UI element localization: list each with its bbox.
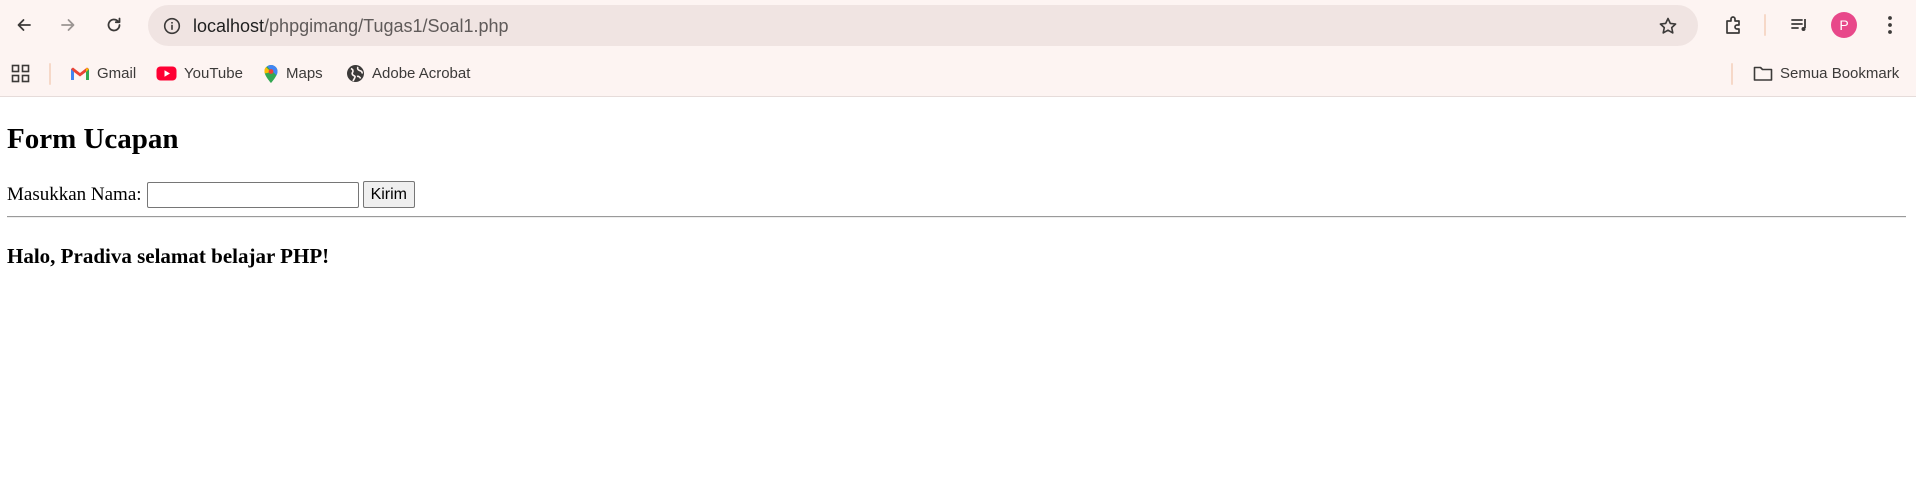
page-title: Form Ucapan <box>7 123 179 155</box>
apps-grid-icon <box>11 64 30 83</box>
name-label: Masukkan Nama: <box>7 183 142 205</box>
bookmark-label: Gmail <box>97 65 137 82</box>
bookmark-label: Adobe Acrobat <box>372 65 471 82</box>
all-bookmarks-label: Semua Bookmark <box>1780 65 1900 82</box>
bookmark-gmail[interactable]: Gmail <box>70 60 136 87</box>
reload-icon <box>107 17 121 32</box>
bookmark-star-button[interactable] <box>1656 14 1680 38</box>
all-bookmarks-button[interactable]: Semua Bookmark <box>1753 60 1899 87</box>
divider <box>7 216 1906 218</box>
name-input[interactable] <box>146 181 359 208</box>
profile-button[interactable]: P <box>1828 9 1860 41</box>
greeting-form: Masukkan Nama: Kirim <box>7 181 415 208</box>
url-path: /phpgimang/Tugas1/Soal1.php <box>264 16 509 36</box>
url-text[interactable]: localhost/phpgimang/Tugas1/Soal1.php <box>193 16 509 37</box>
gmail-icon <box>71 67 89 80</box>
toolbar-separator <box>1764 14 1766 36</box>
bookmark-label: Maps <box>286 65 323 82</box>
greeting-message: Halo, Pradiva selamat belajar PHP! <box>7 244 330 268</box>
globe-icon <box>347 65 364 82</box>
folder-icon <box>1753 66 1773 81</box>
page-content: Form Ucapan Masukkan Nama: Kirim Halo, P… <box>0 98 1916 479</box>
youtube-icon <box>156 66 177 81</box>
submit-button[interactable]: Kirim <box>362 181 415 208</box>
avatar: P <box>1831 12 1857 38</box>
info-icon <box>163 17 180 34</box>
bookmark-adobe-acrobat[interactable]: Adobe Acrobat <box>346 60 470 87</box>
media-queue-icon <box>1791 19 1806 31</box>
extensions-button[interactable] <box>1718 9 1750 41</box>
forward-button[interactable] <box>52 9 84 41</box>
kebab-menu-icon <box>1888 16 1892 34</box>
maps-icon <box>264 64 278 83</box>
bookmark-maps[interactable]: Maps <box>263 60 323 87</box>
apps-button[interactable] <box>11 60 37 87</box>
back-button[interactable] <box>8 9 40 41</box>
bookmarks-bar: Gmail YouTube Maps Adobe Acrobat Semua B… <box>0 50 1916 97</box>
reload-button[interactable] <box>98 9 130 41</box>
bookmark-youtube[interactable]: YouTube <box>156 60 243 87</box>
url-host: localhost <box>193 16 265 36</box>
arrow-right-icon <box>61 19 75 31</box>
star-icon <box>1659 17 1677 34</box>
browser-menu-button[interactable] <box>1874 9 1906 41</box>
puzzle-icon <box>1726 16 1740 34</box>
browser-toolbar: localhost/phpgimang/Tugas1/Soal1.php P <box>0 0 1916 50</box>
media-button[interactable] <box>1784 9 1816 41</box>
bookmarks-separator-right <box>1731 63 1733 85</box>
site-info-button[interactable] <box>158 12 185 39</box>
address-bar[interactable]: localhost/phpgimang/Tugas1/Soal1.php <box>148 5 1698 46</box>
bookmarks-separator <box>49 63 51 85</box>
arrow-left-icon <box>17 19 31 31</box>
bookmark-label: YouTube <box>184 65 243 82</box>
